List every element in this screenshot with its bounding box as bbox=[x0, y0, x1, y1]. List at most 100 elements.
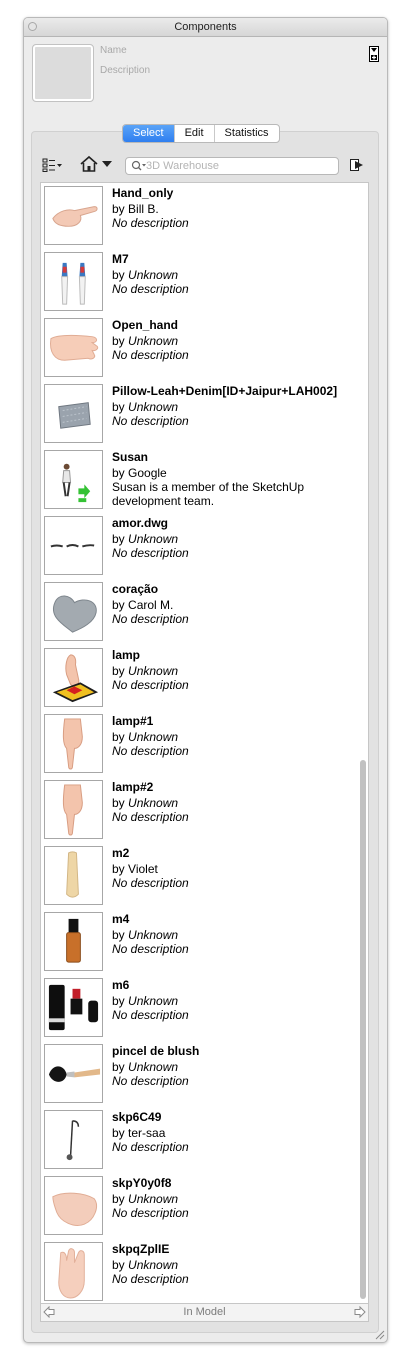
person-icon[interactable] bbox=[44, 450, 103, 509]
component-author-line: by Bill B. bbox=[112, 202, 159, 216]
scrollbar[interactable] bbox=[358, 183, 368, 1303]
list-item[interactable]: skp6C49 by ter-saa No description bbox=[41, 1108, 351, 1174]
component-description: No description bbox=[112, 876, 189, 890]
blush-brush-icon[interactable] bbox=[44, 1044, 103, 1103]
component-author: Carol M. bbox=[128, 598, 174, 612]
list-item[interactable]: lamp#1 by Unknown No description bbox=[41, 712, 351, 778]
description-field[interactable]: Description bbox=[100, 65, 150, 76]
by-label: by bbox=[112, 730, 125, 744]
search-input[interactable] bbox=[146, 159, 334, 173]
list-item[interactable]: skpY0y0f8 by Unknown No description bbox=[41, 1174, 351, 1240]
title-bar[interactable]: Components bbox=[24, 18, 387, 37]
by-label: by bbox=[112, 1060, 125, 1074]
by-label: by bbox=[112, 466, 125, 480]
house-icon[interactable] bbox=[79, 155, 115, 173]
by-label: by bbox=[112, 1126, 125, 1140]
status-bar: In Model bbox=[40, 1304, 369, 1322]
open-hand-icon[interactable] bbox=[44, 318, 103, 377]
component-name: Open_hand bbox=[112, 318, 179, 332]
component-name: pincel de blush bbox=[112, 1044, 200, 1058]
hand-down-icon[interactable] bbox=[44, 780, 103, 839]
list-item[interactable]: Open_hand by Unknown No description bbox=[41, 316, 351, 382]
hand-up-icon[interactable] bbox=[44, 1242, 103, 1301]
component-name: lamp bbox=[112, 648, 141, 662]
brushes-icon[interactable] bbox=[44, 252, 103, 311]
component-author: Unknown bbox=[128, 400, 179, 414]
name-field[interactable]: Name bbox=[100, 45, 127, 56]
component-author-line: by Unknown bbox=[112, 1192, 178, 1206]
list-item[interactable]: pincel de blush by Unknown No description bbox=[41, 1042, 351, 1108]
tab-bar: Select Edit Statistics bbox=[122, 124, 280, 143]
tab-select[interactable]: Select bbox=[123, 125, 174, 142]
list-item[interactable]: m6 by Unknown No description bbox=[41, 976, 351, 1042]
list-item[interactable]: coração by Carol M. No description bbox=[41, 580, 351, 646]
forward-arrow-icon[interactable] bbox=[354, 1306, 366, 1318]
list-item[interactable]: amor.dwg by Unknown No description bbox=[41, 514, 351, 580]
list-item[interactable]: skpqZplIE by Unknown No description bbox=[41, 1240, 351, 1303]
component-description: No description bbox=[112, 942, 189, 956]
status-text: In Model bbox=[183, 1306, 226, 1318]
lamp-icon[interactable] bbox=[44, 1110, 103, 1169]
component-description: No description bbox=[112, 1074, 189, 1088]
component-author: Unknown bbox=[128, 796, 179, 810]
list-item[interactable]: lamp by Unknown No description bbox=[41, 646, 351, 712]
by-label: by bbox=[112, 532, 125, 546]
view-options-icon[interactable] bbox=[42, 158, 64, 172]
component-preview bbox=[32, 44, 94, 102]
component-name: Susan bbox=[112, 450, 149, 464]
component-author-line: by Unknown bbox=[112, 334, 178, 348]
component-author-line: by Unknown bbox=[112, 1060, 178, 1074]
tab-statistics[interactable]: Statistics bbox=[213, 125, 279, 142]
component-name: skpY0y0f8 bbox=[112, 1176, 172, 1190]
resize-grip-icon[interactable] bbox=[375, 1330, 385, 1340]
tube-icon[interactable] bbox=[44, 846, 103, 905]
by-label: by bbox=[112, 202, 125, 216]
hand-pointing-icon[interactable] bbox=[44, 186, 103, 245]
list-item[interactable]: Pillow-Leah+Denim[ID+Jaipur+LAH002] by Un… bbox=[41, 382, 351, 448]
component-name: m4 bbox=[112, 912, 130, 926]
list-item[interactable]: m2 by Violet No description bbox=[41, 844, 351, 910]
search-icon[interactable] bbox=[131, 160, 147, 172]
component-description: No description bbox=[112, 216, 189, 230]
scroll-thumb[interactable] bbox=[360, 760, 366, 1299]
list-item[interactable]: Susan by Google Susan is a member of the S… bbox=[41, 448, 351, 514]
component-author-line: by Unknown bbox=[112, 268, 178, 282]
bottle-icon[interactable] bbox=[44, 912, 103, 971]
component-author: Unknown bbox=[128, 664, 179, 678]
window-title: Components bbox=[174, 21, 237, 33]
component-author: ter-saa bbox=[128, 1126, 166, 1140]
lipstick-icon[interactable] bbox=[44, 978, 103, 1037]
component-author: Violet bbox=[128, 862, 158, 876]
list-item[interactable]: m4 by Unknown No description bbox=[41, 910, 351, 976]
tab-edit[interactable]: Edit bbox=[173, 125, 214, 142]
component-author-line: by Unknown bbox=[112, 664, 178, 678]
component-name: lamp#2 bbox=[112, 780, 154, 794]
component-author-line: by Unknown bbox=[112, 532, 178, 546]
component-name: lamp#1 bbox=[112, 714, 154, 728]
lamp-hand-icon[interactable] bbox=[44, 648, 103, 707]
lines-icon[interactable] bbox=[44, 516, 103, 575]
component-author: Bill B. bbox=[128, 202, 159, 216]
component-description: No description bbox=[112, 546, 189, 560]
palm-icon[interactable] bbox=[44, 1176, 103, 1235]
details-arrow-icon[interactable] bbox=[349, 157, 365, 173]
component-description: No description bbox=[112, 1008, 189, 1022]
by-label: by bbox=[112, 796, 125, 810]
hand-down-icon[interactable] bbox=[44, 714, 103, 773]
component-description: No description bbox=[112, 282, 189, 296]
heart-icon[interactable] bbox=[44, 582, 103, 641]
component-author-line: by Unknown bbox=[112, 928, 178, 942]
component-author-line: by Unknown bbox=[112, 1258, 178, 1272]
component-description: No description bbox=[112, 1272, 189, 1286]
component-author: Unknown bbox=[128, 334, 179, 348]
pillow-icon[interactable] bbox=[44, 384, 103, 443]
toggle-details-icon[interactable] bbox=[369, 46, 379, 62]
component-description: No description bbox=[112, 414, 189, 428]
component-name: m6 bbox=[112, 978, 130, 992]
list-item[interactable]: lamp#2 by Unknown No description bbox=[41, 778, 351, 844]
list-item[interactable]: M7 by Unknown No description bbox=[41, 250, 351, 316]
by-label: by bbox=[112, 862, 125, 876]
component-name: skpqZplIE bbox=[112, 1242, 170, 1256]
by-label: by bbox=[112, 664, 125, 678]
list-item[interactable]: Hand_only by Bill B. No description bbox=[41, 184, 351, 250]
